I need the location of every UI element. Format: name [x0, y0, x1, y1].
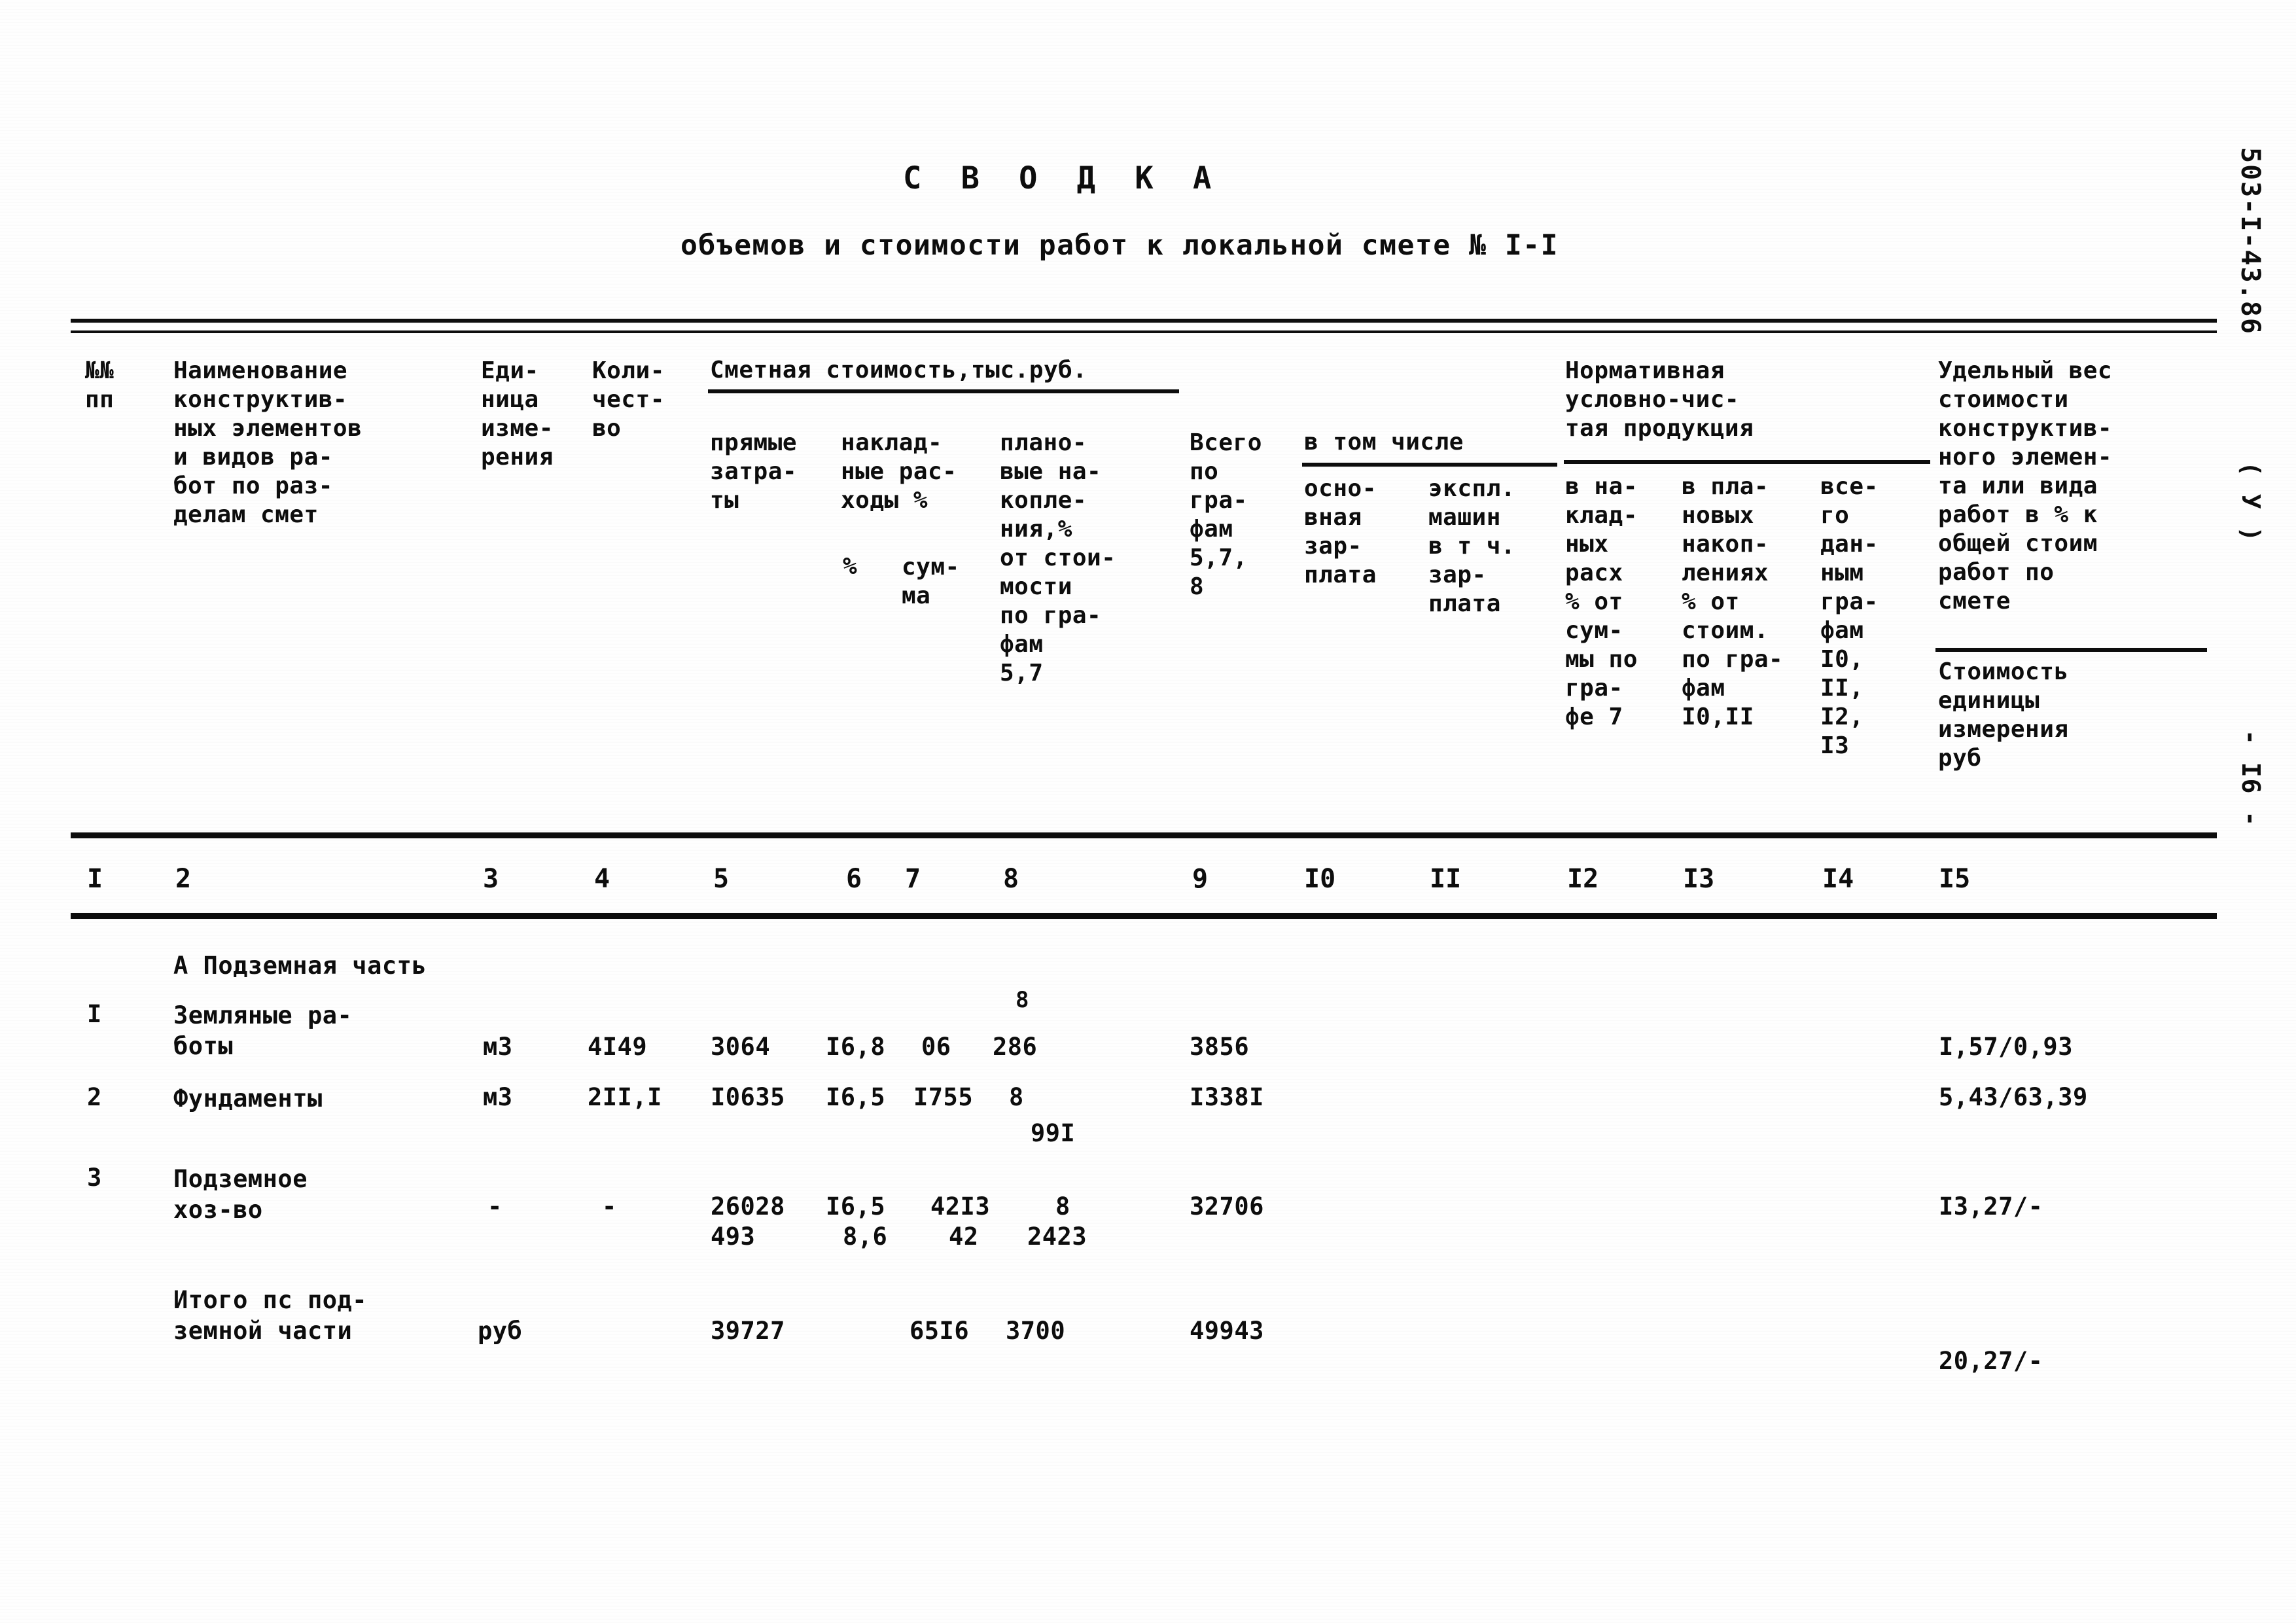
- table-row-3-overhead-pct: I6,5: [826, 1192, 886, 1221]
- total-row-total: 49943: [1190, 1317, 1264, 1345]
- table-row-3-overhead-sum-second: 42: [949, 1222, 979, 1251]
- header-col-15-bottom: Стоимость единицы измерения руб: [1938, 658, 2069, 772]
- header-col-4: Коли- чест- во: [592, 357, 665, 442]
- column-number-4: 4: [594, 864, 610, 894]
- column-number-9: 9: [1192, 864, 1209, 894]
- column-numbers-bottom-rule: [71, 913, 2217, 919]
- margin-mark: ( У ): [2236, 461, 2265, 543]
- header-bottom-rule: [71, 832, 2217, 838]
- column-number-6: 6: [846, 864, 862, 894]
- table-row-3-overhead-pct-second: 8,6: [843, 1222, 888, 1251]
- header-col-9: Всего по гра- фам 5,7, 8: [1190, 429, 1262, 600]
- header-col-13: в пла- новых накоп- лениях % от стоим. п…: [1682, 473, 1784, 730]
- table-row-1-savings-sup: 8: [1016, 987, 1029, 1013]
- table-row-1-num: I: [87, 1000, 102, 1028]
- table-row-2-unit: м3: [483, 1083, 513, 1111]
- header-group-rule-nchp: [1564, 460, 1930, 464]
- header-col-1: №№ пп: [85, 357, 115, 413]
- header-group-rule-estimated-cost: [708, 389, 1179, 393]
- table-row-2-qty: 2II,I: [588, 1083, 662, 1111]
- table-row-1-name: Земляные ра- боты: [173, 1001, 353, 1060]
- table-row-1-savings: 286: [993, 1033, 1038, 1061]
- header-col-5: прямые затра- ты: [710, 429, 798, 514]
- table-row-1-qty: 4I49: [588, 1033, 648, 1061]
- margin-code: 503-I-43.86: [2235, 147, 2265, 335]
- total-row-name: Итого пс под- земной части: [173, 1286, 368, 1345]
- header-col-15-top: Удельный вес стоимости конструктив- ного…: [1938, 357, 2113, 615]
- table-row-3-direct: 26028: [711, 1192, 785, 1221]
- header-col-2: Наименование конструктив- ных элементов …: [173, 357, 362, 528]
- header-group-rule-including: [1302, 463, 1557, 467]
- header-col-6: %: [843, 553, 858, 580]
- table-row-2-overhead-pct: I6,5: [826, 1083, 886, 1111]
- table-row-2-direct: I0635: [711, 1083, 785, 1111]
- column-number-10: I0: [1304, 864, 1336, 894]
- column-number-15: I5: [1939, 864, 1971, 894]
- total-row-overhead-sum: 65I6: [910, 1317, 970, 1345]
- section-heading: А Подземная часть: [173, 952, 427, 980]
- header-col-12: в на- клад- ных расх % от сум- мы по гра…: [1565, 473, 1638, 730]
- table-row-1-unit: м3: [483, 1033, 513, 1061]
- table-row-2-num: 2: [87, 1083, 102, 1111]
- table-row-1-unit-cost: I,57/0,93: [1939, 1033, 2073, 1061]
- table-row-2-unit-cost: 5,43/63,39: [1939, 1083, 2088, 1111]
- header-col-3: Еди- ница изме- рения: [481, 357, 554, 471]
- table-row-3-name: Подземное хоз-во: [173, 1165, 308, 1224]
- table-row-3-overhead-sum: 42I3: [930, 1192, 991, 1221]
- header-col-14: все- го дан- ным гра- фам I0, II, I2, I3: [1820, 473, 1879, 759]
- table-row-2-savings: 8: [1009, 1083, 1024, 1111]
- table-row-1-direct: 3064: [711, 1033, 771, 1061]
- header-col-7: сум- ма: [902, 554, 960, 609]
- header-col-10: осно- вная зар- плата: [1304, 475, 1377, 588]
- table-row-1-total: 3856: [1190, 1033, 1250, 1061]
- header-col-6-7: наклад- ные рас- ходы %: [841, 429, 957, 514]
- table-row-3-qty: -: [602, 1192, 617, 1221]
- page-subtitle: объемов и стоимости работ к локальной см…: [680, 229, 1559, 262]
- header-col-8: плано- вые на- копле- ния,% от стои- мос…: [1000, 429, 1116, 687]
- total-row-savings: 3700: [1006, 1317, 1066, 1345]
- document-page: С В О Д К А объемов и стоимости работ к …: [0, 0, 2296, 1623]
- column-number-13: I3: [1683, 864, 1715, 894]
- table-row-3-savings: 8: [1055, 1192, 1070, 1221]
- total-row-direct: 39727: [711, 1317, 785, 1345]
- table-row-2-overhead-sum: I755: [913, 1083, 974, 1111]
- column-number-8: 8: [1003, 864, 1019, 894]
- header-col-15-divider: [1935, 648, 2207, 652]
- table-row-3-unit: -: [487, 1192, 503, 1221]
- header-group-nchp: Нормативная условно-чис- тая продукция: [1565, 357, 1754, 442]
- header-group-estimated-cost: Сметная стоимость,тыс.руб.: [710, 357, 1087, 383]
- table-row-2-total: I338I: [1190, 1083, 1264, 1111]
- table-row-1-overhead-pct: I6,8: [826, 1033, 886, 1061]
- page-title: С В О Д К А: [903, 160, 1222, 196]
- table-row-2-savings-second: 99I: [1031, 1119, 1076, 1147]
- column-number-5: 5: [713, 864, 730, 894]
- header-col-11: экспл. машин в т ч. зар- плата: [1428, 475, 1516, 617]
- table-row-3-direct-second: 493: [711, 1222, 756, 1251]
- column-number-7: 7: [905, 864, 921, 894]
- total-row-unit-cost: 20,27/-: [1939, 1347, 2043, 1375]
- table-row-3-unit-cost: I3,27/-: [1939, 1192, 2043, 1221]
- table-top-rule-1: [71, 319, 2217, 323]
- column-number-1: I: [87, 864, 103, 894]
- table-row-3-num: 3: [87, 1164, 102, 1192]
- column-number-3: 3: [483, 864, 499, 894]
- table-row-3-savings-second: 2423: [1027, 1222, 1087, 1251]
- column-number-11: II: [1430, 864, 1462, 894]
- table-top-rule-2: [71, 330, 2217, 333]
- total-row-unit: руб: [478, 1317, 523, 1345]
- table-row-1-overhead-sum: 06: [921, 1033, 951, 1061]
- column-number-2: 2: [175, 864, 192, 894]
- table-row-3-total: 32706: [1190, 1192, 1264, 1221]
- table-row-2-name: Фундаменты: [173, 1084, 323, 1113]
- column-number-14: I4: [1822, 864, 1854, 894]
- header-group-including: в том числе: [1304, 429, 1464, 455]
- column-number-12: I2: [1567, 864, 1599, 894]
- page-number: - I6 -: [2236, 730, 2265, 828]
